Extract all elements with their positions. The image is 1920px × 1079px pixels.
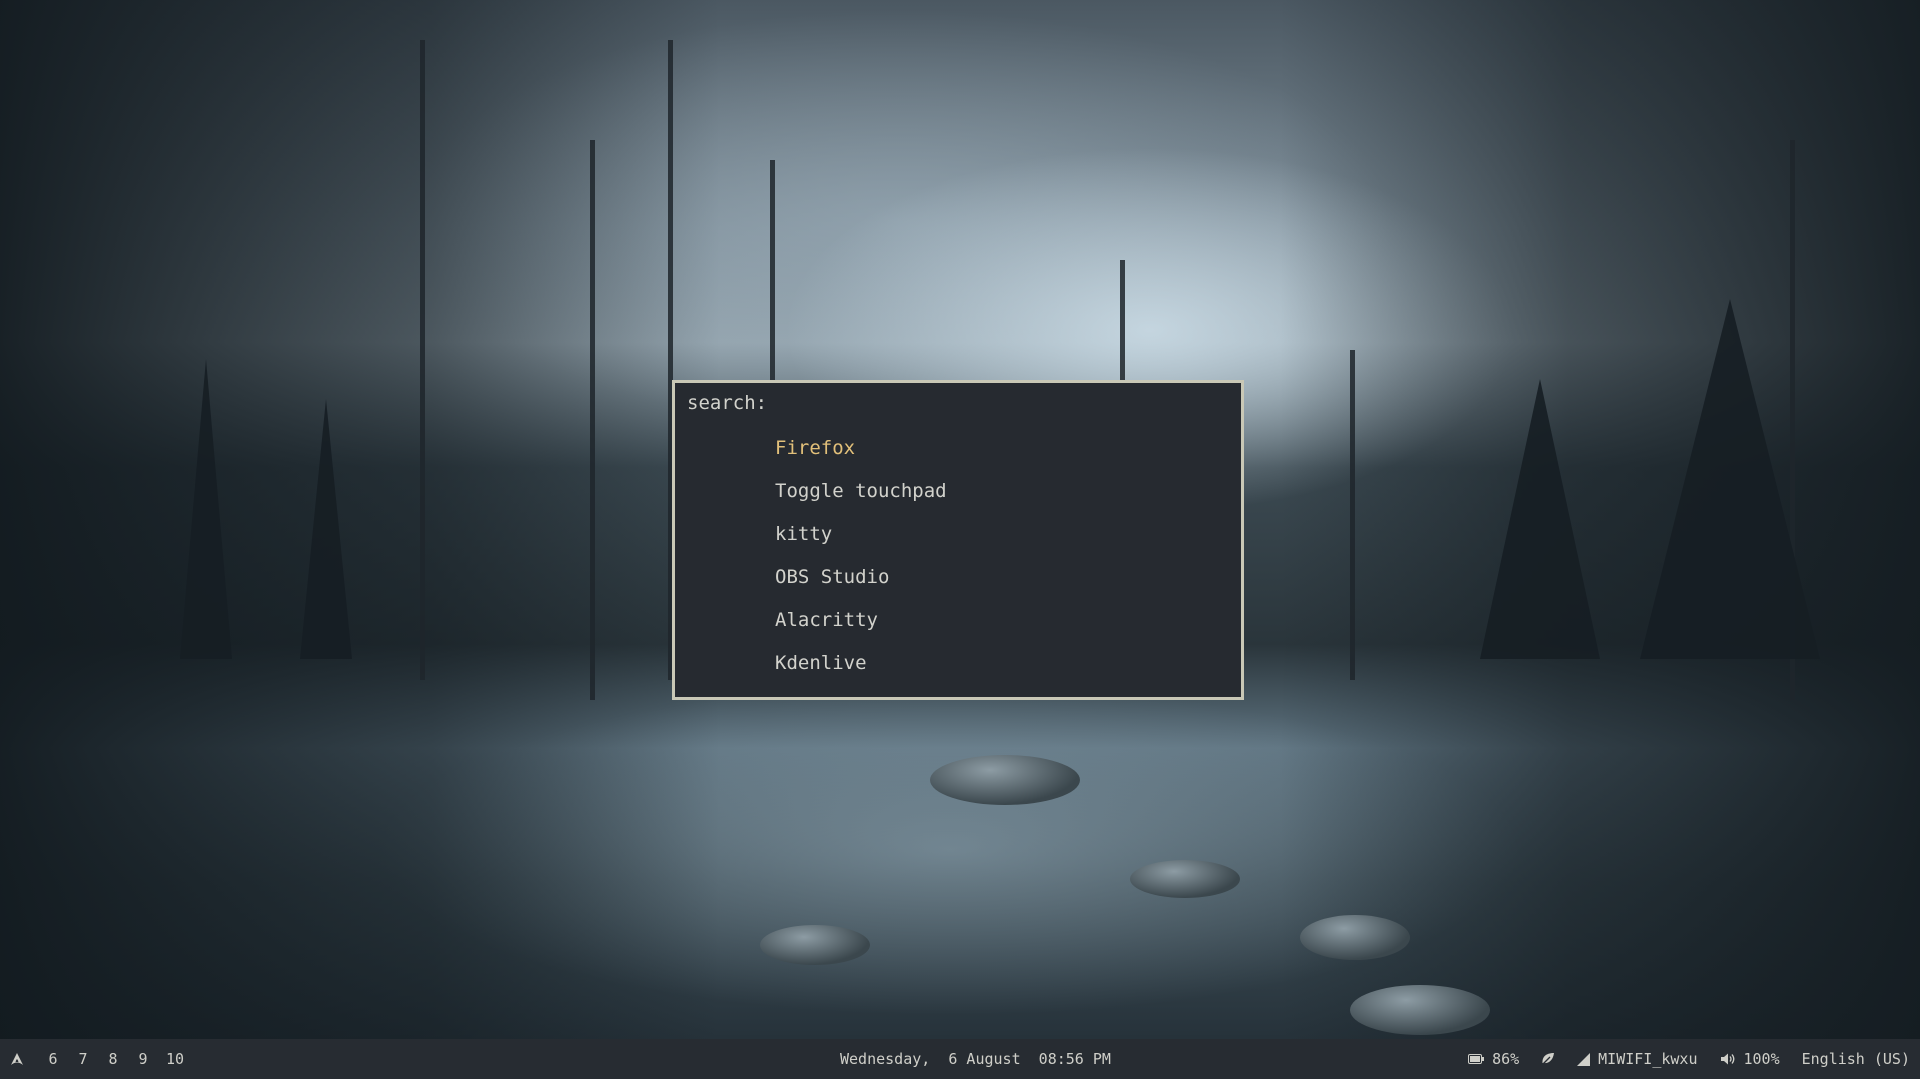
network-module[interactable]: MIWIFI_kwxu bbox=[1577, 1050, 1698, 1068]
result-item[interactable]: Firefox bbox=[675, 427, 1241, 470]
result-item[interactable]: kitty bbox=[675, 513, 1241, 556]
search-row: search: bbox=[687, 389, 1158, 417]
workspace-7[interactable]: 7 bbox=[76, 1050, 90, 1068]
workspace-10[interactable]: 10 bbox=[166, 1050, 184, 1068]
system-tray: 86% MIWIFI_kwxu 100% English (US) bbox=[1446, 1039, 1910, 1079]
speaker-icon bbox=[1720, 1052, 1736, 1066]
wallpaper-tree bbox=[1480, 379, 1600, 659]
keyboard-layout[interactable]: English (US) bbox=[1802, 1050, 1910, 1068]
result-item[interactable]: Kdenlive bbox=[675, 642, 1241, 685]
wallpaper-rock bbox=[930, 755, 1080, 805]
battery-label: 86% bbox=[1492, 1050, 1520, 1068]
wifi-signal-icon bbox=[1577, 1052, 1591, 1066]
search-input[interactable] bbox=[777, 391, 1158, 415]
workspace-8[interactable]: 8 bbox=[106, 1050, 120, 1068]
wallpaper-tree bbox=[1640, 299, 1820, 659]
wallpaper-tree bbox=[300, 399, 352, 659]
power-profile-module[interactable] bbox=[1541, 1052, 1555, 1066]
wallpaper-trunk bbox=[590, 140, 595, 700]
wallpaper-treeline-left bbox=[0, 0, 720, 1039]
result-item[interactable]: OBS Studio bbox=[675, 556, 1241, 599]
result-item[interactable]: Alacritty bbox=[675, 599, 1241, 642]
volume-module[interactable]: 100% bbox=[1720, 1050, 1780, 1068]
wallpaper-rock bbox=[1130, 860, 1240, 898]
clock[interactable]: Wednesday, 6 August 08:56 PM bbox=[840, 1039, 1111, 1079]
status-bar: 6 7 8 9 10 Wednesday, 6 August 08:56 PM … bbox=[0, 1039, 1920, 1079]
wallpaper-tree bbox=[180, 359, 232, 659]
battery-icon bbox=[1468, 1054, 1485, 1064]
result-item[interactable]: Toggle touchpad bbox=[675, 470, 1241, 513]
leaf-icon bbox=[1541, 1052, 1555, 1066]
results-list: Firefox Toggle touchpad kitty OBS Studio… bbox=[675, 427, 1241, 685]
workspace-9[interactable]: 9 bbox=[136, 1050, 150, 1068]
wallpaper-treeline-right bbox=[1280, 0, 1920, 1039]
workspace-6[interactable]: 6 bbox=[46, 1050, 60, 1068]
volume-label: 100% bbox=[1743, 1050, 1780, 1068]
wallpaper-rock bbox=[1350, 985, 1490, 1035]
wallpaper-trunk bbox=[420, 40, 425, 680]
arch-icon[interactable] bbox=[10, 1052, 24, 1066]
app-launcher-window: search: Firefox Toggle touchpad kitty OB… bbox=[672, 380, 1244, 700]
workspace-switcher: 6 7 8 9 10 bbox=[10, 1039, 200, 1079]
battery-module[interactable]: 86% bbox=[1468, 1050, 1519, 1068]
wallpaper-trunk bbox=[1350, 350, 1355, 680]
wallpaper-rock bbox=[760, 925, 870, 965]
search-prompt: search: bbox=[687, 392, 768, 414]
wallpaper-rock bbox=[1300, 915, 1410, 960]
network-label: MIWIFI_kwxu bbox=[1598, 1050, 1698, 1068]
